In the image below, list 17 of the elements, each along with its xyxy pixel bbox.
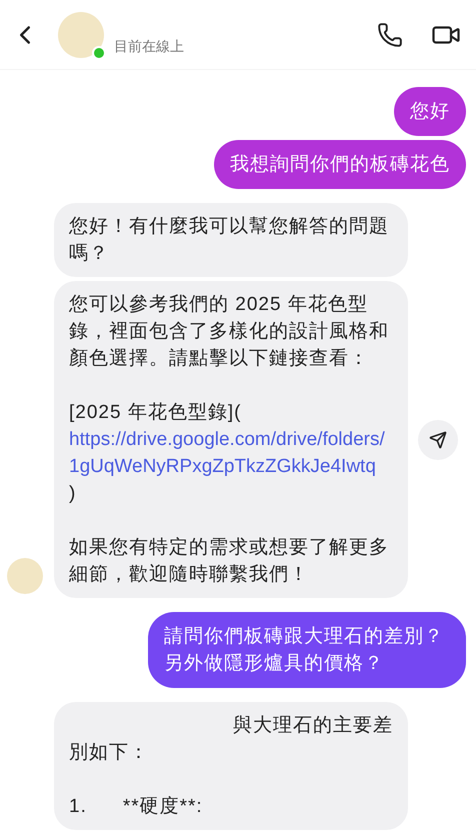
share-button[interactable] — [418, 420, 458, 460]
phone-icon — [377, 22, 403, 48]
link[interactable]: https://drive.google.com/drive/folders/1gUqWeNyRPxgZpTkzZGkkJe4Iwtq — [69, 426, 393, 480]
message-text: **硬度**: — [122, 796, 203, 817]
message-text: [2025 年花色型錄]( — [69, 402, 242, 423]
status-text: 目前在線上 — [114, 37, 184, 56]
message-text: ) — [69, 483, 76, 504]
message-text: 與大理石的主要差 — [233, 715, 393, 736]
message-text: 請問你們板磚跟大理石的差別？另外做隱形爐具的價格？ — [164, 626, 444, 674]
message-text: 我想詢問你們的板磚花色 — [230, 154, 450, 175]
message-text: 您好！有什麼我可以幫您解答的問題嗎？ — [69, 216, 389, 264]
send-icon — [429, 430, 447, 448]
message-text: 1. — [69, 796, 87, 817]
message-text: 您可以參考我們的 2025 年花色型錄，裡面包含了多樣化的設計風格和顏色選擇。請點擊以下鏈接查看： — [69, 294, 389, 369]
message-text: 別如下： — [69, 742, 149, 763]
message-text: 您好 — [410, 101, 450, 122]
message-text: 如果您有特定的需求或想要了解更多細節，歡迎隨時聯繫我們！ — [69, 537, 389, 585]
